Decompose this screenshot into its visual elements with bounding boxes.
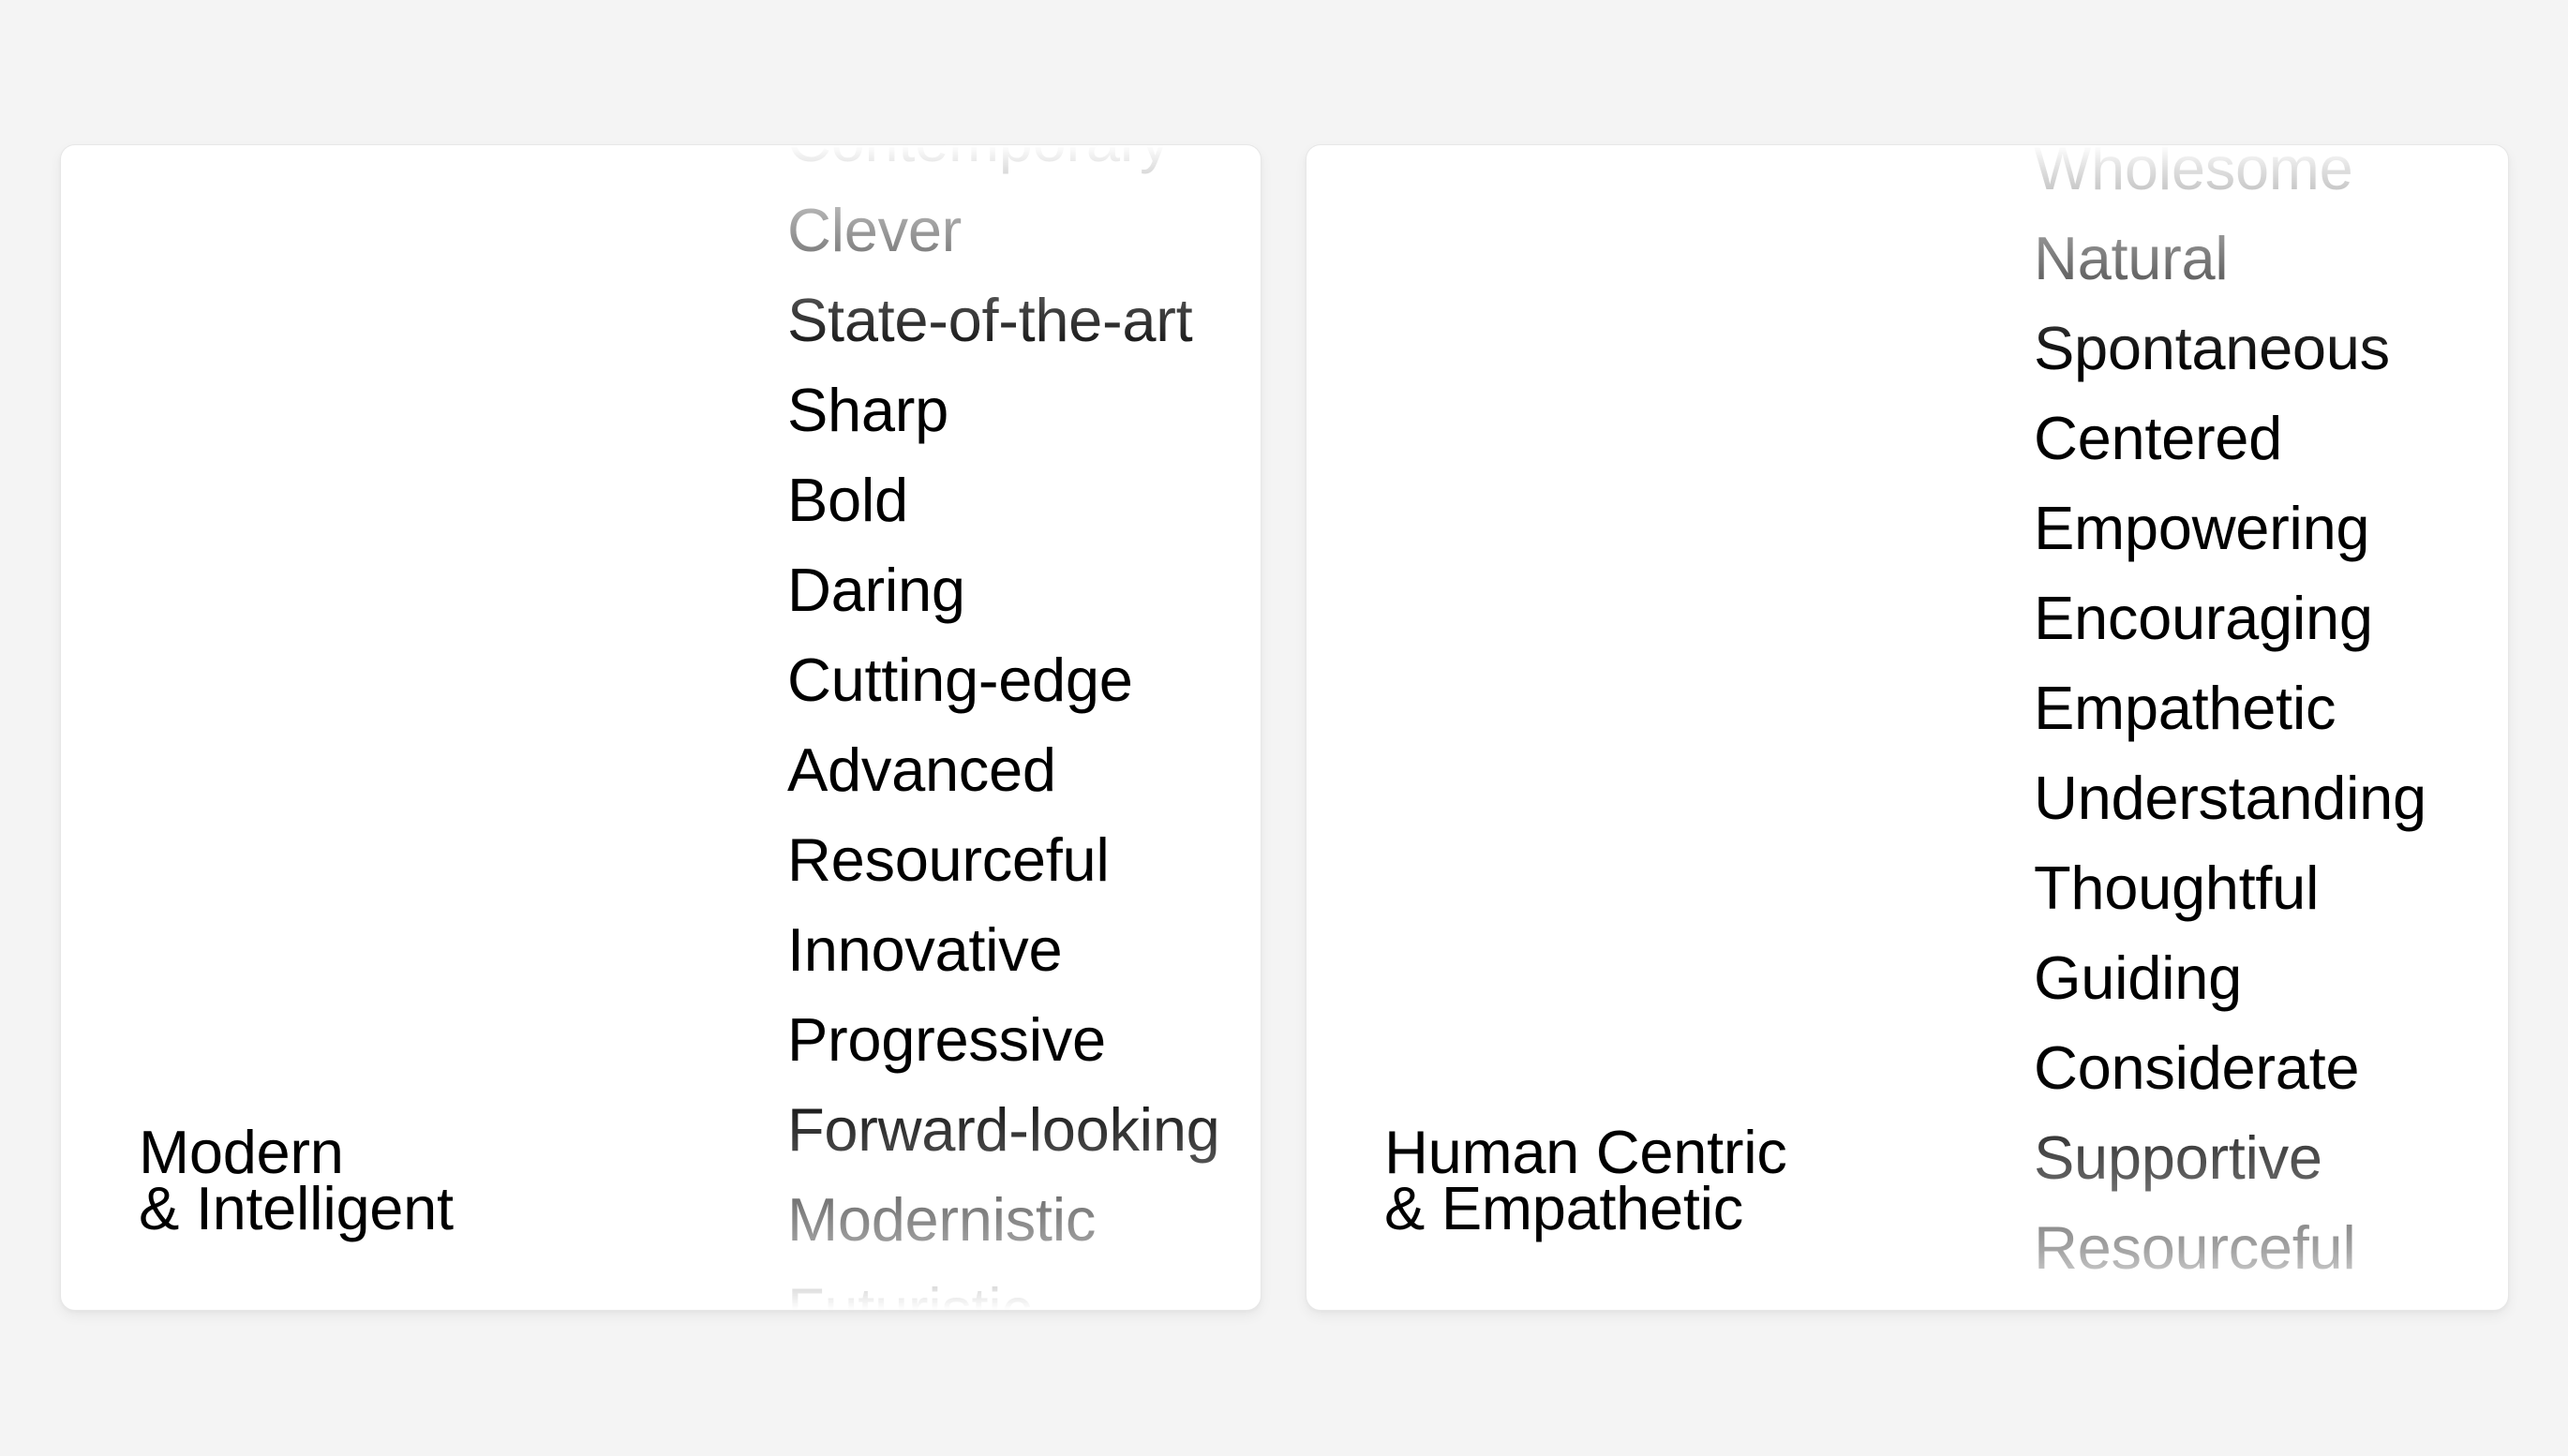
- word-item: Supportive: [2034, 1123, 2322, 1192]
- word-list-viewport[interactable]: Wholesome Natural Spontaneous Centered E…: [2034, 145, 2508, 1310]
- word-item: Bold: [787, 466, 908, 534]
- word-item: Understanding: [2034, 764, 2426, 832]
- word-item: Clever: [787, 196, 963, 264]
- word-item: Innovative: [787, 915, 1063, 984]
- word-item: Centered: [2034, 404, 2282, 472]
- card-title: Human Centric & Empathetic: [1384, 1118, 1787, 1242]
- card-title-line-1: Human Centric: [1384, 1118, 1787, 1186]
- word-item: Encouraging: [2034, 584, 2373, 652]
- word-item: Resourceful: [2034, 1213, 2356, 1282]
- word-item: Modernistic: [787, 1185, 1097, 1254]
- card-modern-intelligent: Modern & Intelligent Contemporary Clever…: [60, 144, 1262, 1311]
- word-item: Resourceful: [787, 825, 1110, 894]
- word-item: Sharp: [787, 376, 948, 444]
- word-item: Advanced: [787, 735, 1056, 804]
- word-item: Considerate: [2034, 1033, 2360, 1102]
- card-human-centric-empathetic: Human Centric & Empathetic Wholesome Nat…: [1306, 144, 2509, 1311]
- word-item: Empathetic: [2034, 674, 2337, 742]
- card-title-line-1: Modern: [139, 1118, 344, 1186]
- word-item: Natural: [2034, 224, 2229, 292]
- card-title: Modern & Intelligent: [139, 1118, 454, 1242]
- word-item: Spontaneous: [2034, 314, 2390, 382]
- word-item: Contemporary: [787, 145, 1220, 186]
- card-title-line-2: & Intelligent: [139, 1174, 454, 1242]
- word-item: Empowering: [2034, 494, 2370, 562]
- word-item: Guiding: [2034, 943, 2242, 1012]
- card-title-line-2: & Empathetic: [1384, 1174, 1743, 1242]
- word-item: Progressive: [787, 1005, 1106, 1074]
- word-list: Wholesome Natural Spontaneous Centered E…: [2034, 144, 2426, 1293]
- word-item: Futuristic: [787, 1275, 1032, 1311]
- word-item: Cutting-edge: [787, 646, 1133, 714]
- word-list: Contemporary Clever State-of-the-art Sha…: [787, 145, 1220, 1311]
- word-item: Thoughtful: [2034, 854, 2320, 922]
- word-item: Wholesome: [2034, 144, 2353, 202]
- word-item: Daring: [787, 556, 965, 624]
- word-item: Forward-looking: [787, 1095, 1220, 1164]
- word-list-viewport[interactable]: Contemporary Clever State-of-the-art Sha…: [787, 145, 1261, 1310]
- word-item: State-of-the-art: [787, 286, 1193, 354]
